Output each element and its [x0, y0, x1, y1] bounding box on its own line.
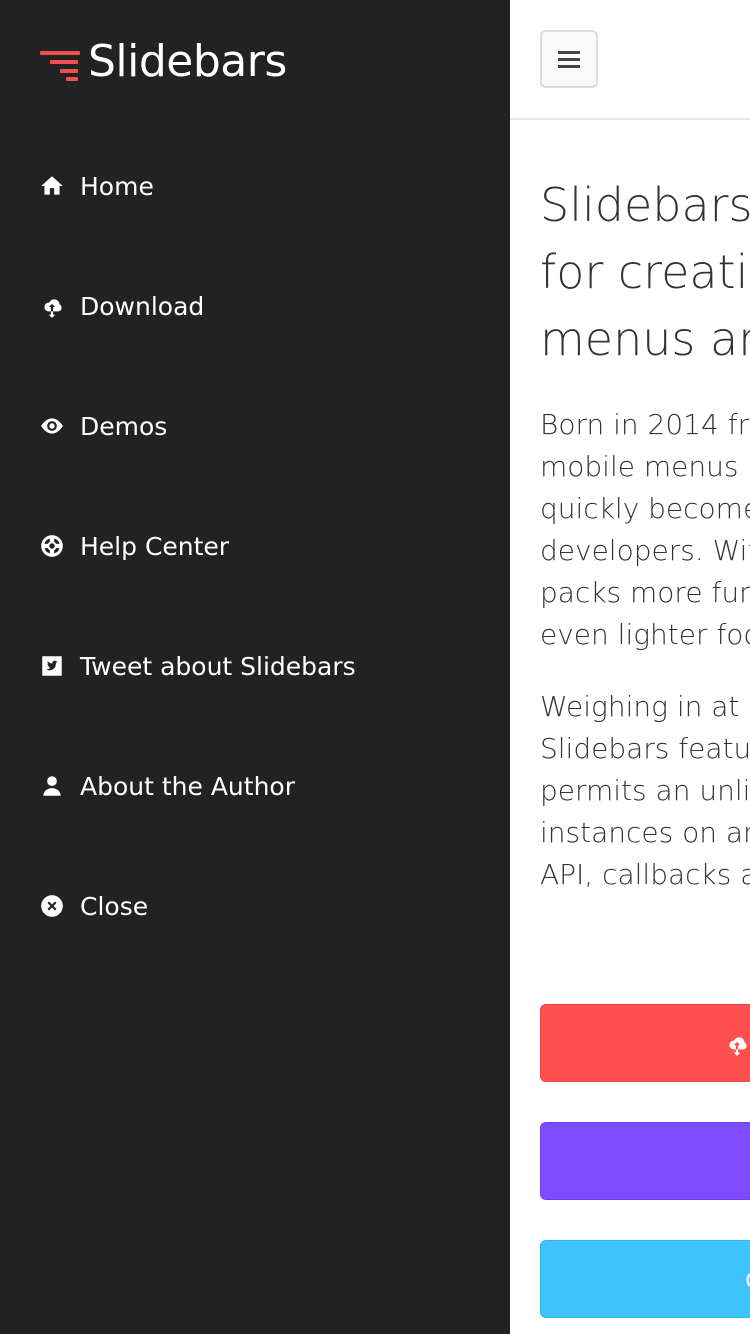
- headline-line: menus an: [540, 312, 750, 366]
- sidebar-item-close[interactable]: Close: [0, 846, 510, 966]
- main-content: Slidebars for creatin menus an Born in 2…: [510, 0, 750, 1334]
- home-icon: [38, 172, 66, 200]
- headline-line: for creatin: [540, 245, 750, 299]
- intro-paragraph: Born in 2014 fro mobile menus in quickly…: [540, 404, 750, 656]
- paragraph-line: even lighter foot: [540, 618, 750, 651]
- paragraph-line: instances on an: [540, 816, 750, 849]
- sidebar-item-label: About the Author: [80, 771, 296, 801]
- sidebar-item-label: Demos: [80, 411, 168, 441]
- sidebar-item-about-author[interactable]: About the Author: [0, 726, 510, 846]
- sidebar-item-home[interactable]: Home: [0, 126, 510, 246]
- cloud-download-icon: [724, 1031, 750, 1057]
- lifebuoy-icon: [38, 532, 66, 560]
- paragraph-line: Weighing in at o: [540, 690, 750, 723]
- hamburger-icon-line: [558, 57, 580, 61]
- button-icon: [746, 1271, 750, 1289]
- sidebar-item-download[interactable]: Download: [0, 246, 510, 366]
- brand-title: Slidebars: [88, 36, 287, 87]
- twitter-icon: [38, 652, 66, 680]
- paragraph-line: API, callbacks an: [540, 858, 750, 891]
- paragraph-line: Slidebars featur: [540, 732, 750, 765]
- paragraph-line: mobile menus in: [540, 450, 750, 483]
- menu-toggle-button[interactable]: [540, 30, 598, 88]
- sidebar-item-demos[interactable]: Demos: [0, 366, 510, 486]
- headline-line: Slidebars: [540, 178, 750, 232]
- sidebar: Slidebars Home Download Demos Help Cente…: [0, 0, 510, 1334]
- sidebar-nav: Home Download Demos Help Center Tweet ab…: [0, 126, 510, 966]
- sidebar-item-help-center[interactable]: Help Center: [0, 486, 510, 606]
- features-paragraph: Weighing in at o Slidebars featur permit…: [540, 686, 750, 896]
- brand-logo[interactable]: Slidebars: [40, 38, 287, 86]
- sidebar-item-label: Home: [80, 171, 154, 201]
- demos-button[interactable]: [540, 1122, 750, 1200]
- paragraph-line: packs more fun: [540, 576, 750, 609]
- page-headline: Slidebars for creatin menus an: [540, 172, 750, 373]
- user-icon: [38, 772, 66, 800]
- paragraph-line: quickly become: [540, 492, 750, 525]
- paragraph-line: developers. With: [540, 534, 750, 567]
- slidebars-logo-icon: [40, 45, 80, 81]
- paragraph-line: Born in 2014 fro: [540, 408, 750, 441]
- sidebar-item-label: Close: [80, 891, 149, 921]
- sidebar-item-label: Download: [80, 291, 205, 321]
- cloud-download-icon: [38, 292, 66, 320]
- hamburger-icon-line: [558, 64, 580, 68]
- hamburger-icon: [558, 50, 580, 54]
- eye-icon: [38, 412, 66, 440]
- close-circle-icon: [38, 892, 66, 920]
- sidebar-item-label: Help Center: [80, 531, 230, 561]
- paragraph-line: permits an unlin: [540, 774, 750, 807]
- sidebar-item-tweet[interactable]: Tweet about Slidebars: [0, 606, 510, 726]
- help-button[interactable]: [540, 1240, 750, 1318]
- top-bar: [510, 0, 750, 120]
- download-button[interactable]: [540, 1004, 750, 1082]
- sidebar-item-label: Tweet about Slidebars: [80, 651, 356, 681]
